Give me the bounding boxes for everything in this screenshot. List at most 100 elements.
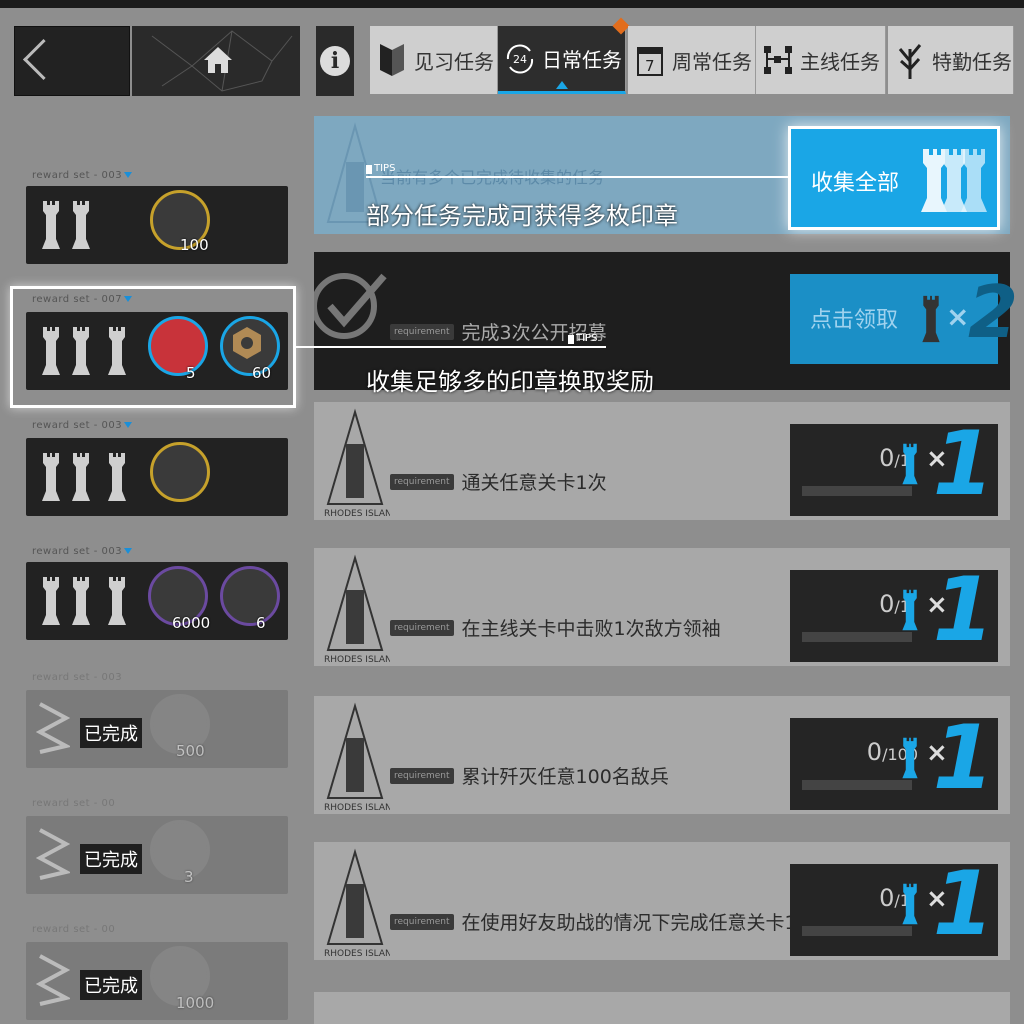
rook-stamp-icon	[72, 453, 90, 501]
tab-label: 见习任务	[414, 49, 494, 74]
task-requirement: requirement 在主线关卡中击败1次敌方领袖	[390, 614, 721, 641]
task-row: RHODES ISLAND requirement 在主线关卡中击败1次敌方领袖…	[314, 548, 1010, 666]
tower-emblem-icon: RHODES ISLAND	[324, 408, 390, 518]
task-requirement: requirement 在使用好友助战的情况下完成任意关卡1次	[390, 908, 816, 935]
rook-stamp-icon	[72, 577, 90, 625]
progress-bar	[802, 486, 912, 496]
reward-item[interactable]	[220, 566, 280, 626]
rook-stamp-icon	[902, 443, 918, 485]
stamp-multiplier: 2	[968, 270, 1019, 354]
svg-text:24: 24	[513, 53, 527, 66]
reward-quantity: 6	[256, 614, 266, 632]
triple-rook-icon	[921, 149, 987, 212]
reward-set-label: reward set - 003	[32, 170, 133, 181]
rook-stamp-icon	[922, 295, 940, 343]
requirement-tag: requirement	[390, 913, 454, 930]
tip-highlight-box	[10, 286, 296, 408]
book-flag-icon	[376, 40, 408, 80]
rhodes-logo-icon	[36, 954, 70, 1006]
info-button[interactable]: i	[316, 26, 354, 96]
stamp-multiplier: 1	[932, 852, 994, 955]
task-progress: 0/1 × 1	[790, 860, 998, 956]
task-row-partial	[314, 992, 1010, 1024]
reward-set-card-completed: 已完成 1000	[26, 942, 288, 1020]
task-requirement: requirement 通关任意关卡1次	[390, 468, 607, 495]
tab-main-tasks[interactable]: 主线任务	[756, 26, 886, 94]
rook-stamp-icon	[42, 453, 60, 501]
home-button[interactable]	[132, 26, 300, 96]
completed-badge: 已完成	[80, 844, 142, 874]
check-mark-icon	[314, 273, 387, 339]
active-tab-indicator	[556, 81, 568, 89]
task-description: 在主线关卡中击败1次敌方领袖	[461, 618, 721, 640]
svg-text:RHODES ISLAND: RHODES ISLAND	[324, 509, 390, 518]
reward-quantity: 500	[176, 742, 205, 760]
completed-badge: 已完成	[80, 718, 142, 748]
task-progress: 0/1 × 1	[790, 420, 998, 516]
reward-item[interactable]	[150, 442, 210, 502]
reward-quantity: 6000	[172, 614, 211, 632]
reward-quantity: 3	[184, 868, 194, 886]
claim-label: 点击领取	[810, 308, 899, 333]
tab-label: 特勤任务	[932, 49, 1012, 74]
chevron-left-icon	[22, 38, 65, 81]
task-requirement: requirement 累计歼灭任意100名敌兵	[390, 762, 669, 789]
rhodes-logo-icon	[36, 828, 70, 880]
tower-emblem-icon: RHODES ISLAND	[324, 702, 390, 812]
svg-text:RHODES ISLAND: RHODES ISLAND	[324, 655, 390, 664]
rook-stamp-icon	[42, 577, 60, 625]
multiplier-x-icon: ×	[946, 300, 970, 333]
requirement-tag: requirement	[390, 473, 454, 490]
tab-weekly-tasks[interactable]: 7 周常任务	[628, 26, 756, 94]
progress-bar	[802, 632, 912, 642]
collect-all-label: 收集全部	[811, 171, 900, 196]
claim-button[interactable]: 点击领取 × 2	[790, 274, 1018, 364]
task-row: RHODES ISLAND requirement 通关任意关卡1次 0/1 ×…	[314, 402, 1010, 520]
completed-badge: 已完成	[80, 970, 142, 1000]
rook-stamp-icon	[72, 201, 90, 249]
reward-set-card[interactable]	[26, 438, 288, 516]
reward-item	[150, 820, 210, 880]
reward-set-card-completed: 已完成 500	[26, 690, 288, 768]
tip-text: 部分任务完成可获得多枚印章	[366, 202, 678, 230]
tower-emblem-icon: RHODES ISLAND	[324, 554, 390, 664]
reward-set-card[interactable]: 100	[26, 186, 288, 264]
tab-trainee-tasks[interactable]: 见习任务	[370, 26, 498, 94]
tab-daily-tasks[interactable]: 24 日常任务	[498, 17, 630, 94]
calendar-icon: 7	[634, 40, 666, 80]
rook-stamp-icon	[902, 589, 918, 631]
task-description: 累计歼灭任意100名敌兵	[461, 766, 669, 788]
reward-set-card[interactable]: 6000 6	[26, 562, 288, 640]
requirement-tag: requirement	[390, 323, 454, 340]
rook-stamp-icon	[108, 577, 126, 625]
reward-set-label: reward set - 003	[32, 672, 123, 683]
stamp-multiplier: 1	[932, 412, 994, 515]
rhodes-logo-icon	[36, 702, 70, 754]
svg-text:7: 7	[645, 57, 655, 75]
back-button[interactable]	[14, 26, 130, 96]
rook-stamp-icon	[902, 737, 918, 779]
collect-all-button[interactable]: 收集全部	[788, 126, 1000, 230]
home-icon	[204, 47, 232, 73]
new-badge	[612, 17, 630, 35]
requirement-tag: requirement	[390, 767, 454, 784]
task-row: RHODES ISLAND requirement 累计歼灭任意100名敌兵 0…	[314, 696, 1010, 814]
tab-label: 周常任务	[672, 49, 752, 74]
task-description: 在使用好友助战的情况下完成任意关卡1次	[461, 912, 816, 934]
task-description: 通关任意关卡1次	[461, 472, 607, 494]
task-row: RHODES ISLAND requirement 在使用好友助战的情况下完成任…	[314, 842, 1010, 960]
24h-refresh-icon: 24	[504, 39, 536, 79]
top-strip	[0, 0, 1024, 8]
reward-set-label: reward set - 00	[32, 924, 116, 935]
tip-tag: TIPS	[568, 333, 597, 344]
reward-set-card-completed: 已完成 3	[26, 816, 288, 894]
tab-label: 主线任务	[800, 49, 880, 74]
tip-connector	[296, 346, 606, 348]
info-icon: i	[320, 46, 350, 76]
reward-set-label: reward set - 003	[32, 546, 133, 557]
tower-emblem-icon: RHODES ISLAND	[324, 848, 390, 958]
tab-special-tasks[interactable]: 特勤任务	[888, 26, 1014, 94]
rook-stamp-icon	[902, 883, 918, 925]
rook-stamp-icon	[42, 201, 60, 249]
requirement-tag: requirement	[390, 619, 454, 636]
